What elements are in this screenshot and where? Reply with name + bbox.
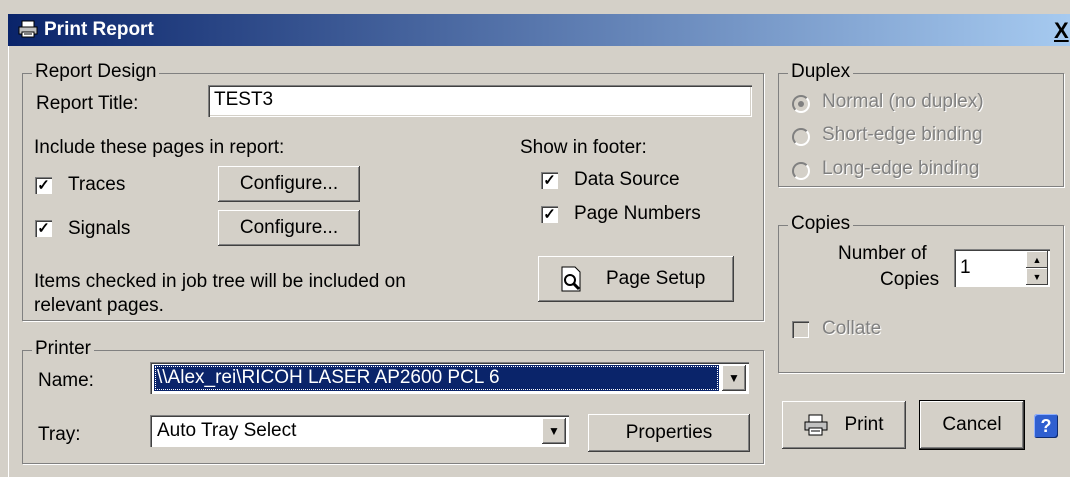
- properties-button[interactable]: Properties: [588, 414, 750, 452]
- configure-signals-button[interactable]: Configure...: [218, 210, 360, 246]
- duplex-legend: Duplex: [788, 61, 854, 83]
- duplex-short-edge-label: Short-edge binding: [822, 124, 983, 145]
- report-title-input[interactable]: TEST3: [208, 85, 752, 117]
- duplex-normal-label: Normal (no duplex): [822, 91, 984, 112]
- number-of-copies-label-2: Copies: [880, 269, 940, 290]
- duplex-short-edge-radio[interactable]: [792, 128, 810, 146]
- show-in-footer-label: Show in footer:: [520, 137, 647, 158]
- print-label: Print: [844, 414, 884, 435]
- copies-legend: Copies: [788, 213, 854, 235]
- tray-value: Auto Tray Select: [157, 420, 297, 441]
- report-design-legend: Report Design: [32, 61, 160, 83]
- printer-icon: [18, 20, 38, 38]
- traces-checkbox[interactable]: ✓: [35, 177, 52, 194]
- duplex-long-edge-label: Long-edge binding: [822, 158, 980, 179]
- printer-icon: [804, 414, 828, 436]
- printer-name-value: \\Alex_rei\RICOH LASER AP2600 PCL 6: [154, 365, 719, 391]
- report-design-group: Report Design Report Title: TEST3 Includ…: [22, 61, 764, 321]
- signals-checkbox[interactable]: ✓: [35, 220, 52, 237]
- report-title-label: Report Title:: [36, 93, 139, 114]
- duplex-group: Duplex Normal (no duplex) Short-edge bin…: [778, 61, 1064, 187]
- signals-label: Signals: [68, 218, 131, 239]
- window-title: Print Report: [44, 19, 154, 40]
- duplex-normal-radio[interactable]: [792, 95, 810, 113]
- tray-label: Tray:: [38, 424, 81, 445]
- data-source-checkbox[interactable]: ✓: [541, 172, 558, 189]
- collate-checkbox[interactable]: [792, 321, 809, 338]
- printer-name-label: Name:: [38, 370, 94, 391]
- duplex-long-edge-radio[interactable]: [792, 162, 810, 180]
- note-line-2: relevant pages.: [34, 295, 164, 316]
- chevron-down-icon[interactable]: ▼: [722, 365, 746, 391]
- printer-legend: Printer: [32, 338, 94, 360]
- chevron-down-icon[interactable]: ▼: [542, 418, 566, 444]
- collate-label: Collate: [822, 318, 882, 339]
- page-setup-button[interactable]: Page Setup: [538, 256, 734, 302]
- cancel-button[interactable]: Cancel: [919, 400, 1025, 450]
- copies-group: Copies Number of Copies 1 ▲ ▼ Collate: [778, 213, 1064, 373]
- note-line-1: Items checked in job tree will be includ…: [34, 271, 406, 292]
- spin-up-icon[interactable]: ▲: [1026, 251, 1048, 268]
- help-icon[interactable]: ?: [1034, 414, 1058, 438]
- spin-down-icon[interactable]: ▼: [1026, 268, 1048, 285]
- data-source-label: Data Source: [574, 169, 680, 190]
- close-button[interactable]: X: [1054, 18, 1069, 44]
- copies-stepper[interactable]: 1 ▲ ▼: [954, 249, 1050, 287]
- page-numbers-checkbox[interactable]: ✓: [541, 206, 558, 223]
- printer-name-select[interactable]: \\Alex_rei\RICOH LASER AP2600 PCL 6 ▼: [150, 362, 749, 394]
- configure-traces-button[interactable]: Configure...: [218, 166, 360, 202]
- page-setup-label: Page Setup: [606, 268, 706, 289]
- printer-group: Printer Name: \\Alex_rei\RICOH LASER AP2…: [22, 338, 764, 464]
- include-pages-label: Include these pages in report:: [34, 137, 285, 158]
- title-bar[interactable]: Print Report X: [8, 14, 1070, 46]
- number-of-copies-label-1: Number of: [838, 243, 927, 264]
- page-setup-icon: [561, 266, 581, 292]
- traces-label: Traces: [68, 174, 126, 195]
- print-button[interactable]: Print: [782, 401, 906, 449]
- page-numbers-label: Page Numbers: [574, 203, 701, 224]
- tray-select[interactable]: Auto Tray Select ▼: [150, 415, 569, 447]
- copies-value: 1: [960, 257, 971, 278]
